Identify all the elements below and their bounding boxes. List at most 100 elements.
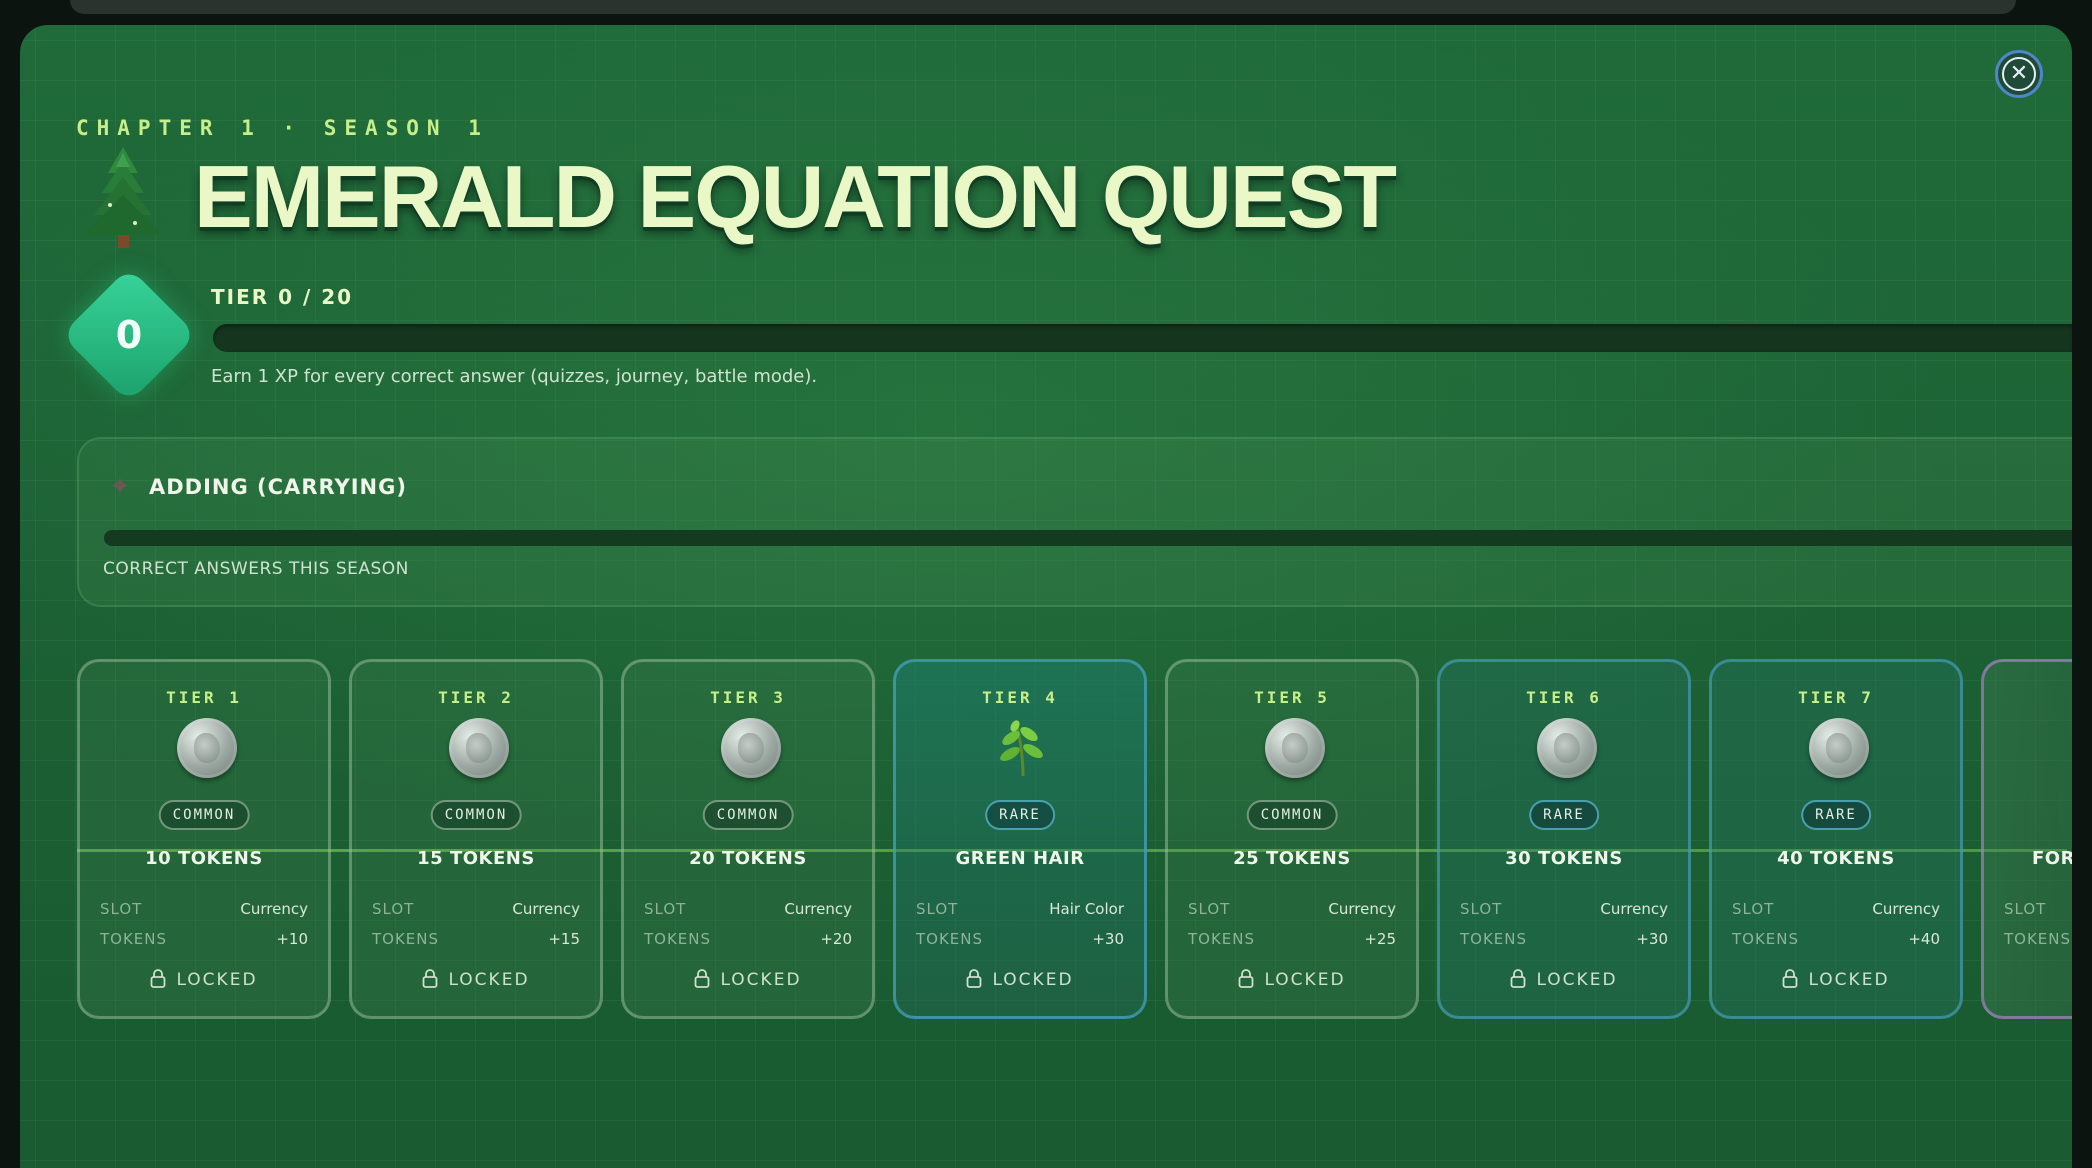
tokens-row: TOKENS +10 bbox=[100, 930, 308, 952]
tier-progress-label: TIER 0 / 20 bbox=[211, 285, 354, 309]
slot-row: SLOT Currency bbox=[644, 900, 852, 922]
rarity-badge: RARE bbox=[1801, 800, 1871, 830]
tokens-key: TOKENS bbox=[2004, 930, 2072, 948]
page-title: EMERALD EQUATION QUEST bbox=[194, 147, 1397, 246]
tokens-value: +30 bbox=[1092, 930, 1124, 948]
rarity-badge: RARE bbox=[985, 800, 1055, 830]
evergreen-tree-icon bbox=[84, 147, 162, 248]
lock-icon bbox=[151, 969, 166, 988]
tokens-key: TOKENS bbox=[1188, 930, 1256, 948]
lock-icon bbox=[1783, 969, 1798, 988]
sparkle-icon: ✦ bbox=[109, 472, 131, 502]
coin-icon bbox=[1809, 718, 1869, 778]
slot-key: SLOT bbox=[1188, 900, 1231, 918]
slot-row: SLOT Hair Color bbox=[916, 900, 1124, 922]
slot-value: Currency bbox=[240, 900, 308, 918]
card-tier-label: TIER 1 bbox=[166, 688, 242, 707]
skill-caption: CORRECT ANSWERS THIS SEASON bbox=[103, 559, 409, 579]
reward-name: 15 TOKENS bbox=[417, 848, 535, 869]
tier-card[interactable]: TIER 2 COMMON 15 TOKENS SLOT Currency TOKENS +… bbox=[349, 659, 603, 1019]
slot-value: Currency bbox=[1872, 900, 1940, 918]
slot-row: SLOT bbox=[2004, 900, 2072, 922]
tokens-key: TOKENS bbox=[1460, 930, 1528, 948]
rarity-badge: RARE bbox=[1529, 800, 1599, 830]
tokens-row: TOKENS +20 bbox=[644, 930, 852, 952]
lock-icon bbox=[1511, 969, 1526, 988]
tokens-key: TOKENS bbox=[372, 930, 440, 948]
top-strip bbox=[70, 0, 2016, 14]
card-tier-label: TIER 6 bbox=[1526, 688, 1602, 707]
locked-label: LOCKED bbox=[1536, 970, 1618, 990]
reward-name: 20 TOKENS bbox=[689, 848, 807, 869]
close-icon: ✕ bbox=[2002, 57, 2036, 91]
locked-status: LOCKED bbox=[80, 968, 328, 990]
tokens-key: TOKENS bbox=[644, 930, 712, 948]
rarity-badge: COMMON bbox=[702, 800, 794, 830]
tokens-value: +15 bbox=[548, 930, 580, 948]
reward-name: 30 TOKENS bbox=[1505, 848, 1623, 869]
slot-key: SLOT bbox=[372, 900, 415, 918]
tier-card[interactable]: FORE SLOT TOKENS bbox=[1981, 659, 2072, 1019]
tier-card[interactable]: TIER 7 RARE 40 TOKENS SLOT Currency TOKENS +40… bbox=[1709, 659, 1963, 1019]
tier-card[interactable]: TIER 6 RARE 30 TOKENS SLOT Currency TOKENS +30… bbox=[1437, 659, 1691, 1019]
tokens-row: TOKENS +30 bbox=[1460, 930, 1668, 952]
close-button[interactable]: ✕ bbox=[1995, 50, 2043, 98]
chapter-season-label: CHAPTER 1 · SEASON 1 bbox=[76, 116, 489, 140]
tokens-row: TOKENS +15 bbox=[372, 930, 580, 952]
locked-label: LOCKED bbox=[176, 970, 258, 990]
lock-icon bbox=[423, 969, 438, 988]
locked-status: LOCKED bbox=[896, 968, 1144, 990]
card-tier-label: TIER 3 bbox=[710, 688, 786, 707]
slot-key: SLOT bbox=[1460, 900, 1503, 918]
reward-name: 40 TOKENS bbox=[1777, 848, 1895, 869]
tier-card[interactable]: TIER 4 RARE GREEN HAIR SLOT Hair Color TOKENS… bbox=[893, 659, 1147, 1019]
xp-info-text: Earn 1 XP for every correct answer (quiz… bbox=[211, 366, 818, 387]
slot-value: Currency bbox=[512, 900, 580, 918]
lock-icon bbox=[1239, 969, 1254, 988]
tokens-key: TOKENS bbox=[1732, 930, 1800, 948]
locked-status: LOCKED bbox=[1440, 968, 1688, 990]
card-tier-label: TIER 4 bbox=[982, 688, 1058, 707]
reward-name: 25 TOKENS bbox=[1233, 848, 1351, 869]
tokens-value: +25 bbox=[1364, 930, 1396, 948]
tier-card[interactable]: TIER 1 COMMON 10 TOKENS SLOT Currency TOKENS +… bbox=[77, 659, 331, 1019]
skill-progress-bar bbox=[104, 530, 2072, 546]
locked-status: LOCKED bbox=[352, 968, 600, 990]
lock-icon bbox=[967, 969, 982, 988]
slot-key: SLOT bbox=[1732, 900, 1775, 918]
slot-row: SLOT Currency bbox=[1460, 900, 1668, 922]
coin-icon bbox=[1537, 718, 1597, 778]
coin-icon bbox=[721, 718, 781, 778]
tokens-value: +20 bbox=[820, 930, 852, 948]
reward-name: FORE bbox=[2032, 848, 2072, 869]
tokens-row: TOKENS +30 bbox=[916, 930, 1124, 952]
locked-status: LOCKED bbox=[1168, 968, 1416, 990]
locked-label: LOCKED bbox=[1264, 970, 1346, 990]
slot-row: SLOT Currency bbox=[1732, 900, 1940, 922]
card-tier-label: TIER 7 bbox=[1798, 688, 1874, 707]
slot-key: SLOT bbox=[100, 900, 143, 918]
slot-row: SLOT Currency bbox=[1188, 900, 1396, 922]
tokens-value: +40 bbox=[1908, 930, 1940, 948]
slot-value: Currency bbox=[1600, 900, 1668, 918]
tier-card[interactable]: TIER 5 COMMON 25 TOKENS SLOT Currency TOKENS +… bbox=[1165, 659, 1419, 1019]
slot-key: SLOT bbox=[916, 900, 959, 918]
reward-name: GREEN HAIR bbox=[955, 848, 1085, 869]
rarity-badge: COMMON bbox=[1246, 800, 1338, 830]
tokens-row: TOKENS bbox=[2004, 930, 2072, 952]
rarity-badge: COMMON bbox=[158, 800, 250, 830]
slot-value: Currency bbox=[1328, 900, 1396, 918]
slot-value: Currency bbox=[784, 900, 852, 918]
slot-key: SLOT bbox=[2004, 900, 2047, 918]
locked-label: LOCKED bbox=[1808, 970, 1890, 990]
tokens-row: TOKENS +25 bbox=[1188, 930, 1396, 952]
card-tier-label: TIER 2 bbox=[438, 688, 514, 707]
locked-label: LOCKED bbox=[992, 970, 1074, 990]
leaf-icon bbox=[1000, 720, 1043, 777]
level-number: 0 bbox=[115, 313, 143, 357]
card-tier-label: TIER 5 bbox=[1254, 688, 1330, 707]
slot-row: SLOT Currency bbox=[372, 900, 580, 922]
locked-label: LOCKED bbox=[720, 970, 802, 990]
tier-card[interactable]: TIER 3 COMMON 20 TOKENS SLOT Currency TOKENS +… bbox=[621, 659, 875, 1019]
locked-status: LOCKED bbox=[624, 968, 872, 990]
